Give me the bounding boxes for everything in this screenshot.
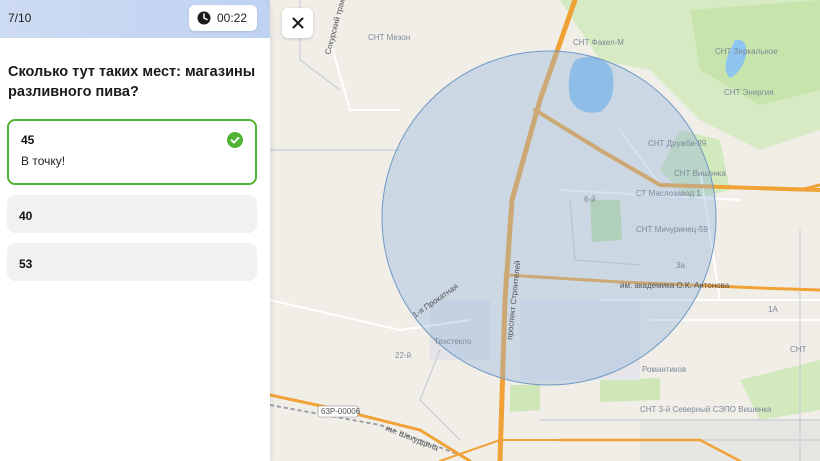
- map-label: СНТ Зеркальное: [715, 47, 778, 56]
- check-circle-icon: [227, 132, 243, 148]
- answer-feedback: В точку!: [21, 154, 66, 168]
- map-label: 3а: [676, 261, 685, 270]
- answer-option-correct[interactable]: 45 В точку!: [7, 119, 257, 185]
- close-button[interactable]: [282, 8, 313, 38]
- map-label: СНТ Вишенка: [674, 169, 726, 178]
- timer-value: 00:22: [217, 11, 248, 25]
- road-code-badge: 63Р-00006: [317, 405, 361, 418]
- map-label: СНТ 3-й Северный СЭПО Вишенка: [640, 405, 772, 414]
- map-label: 6-й: [584, 195, 596, 204]
- map-label: Романтиков: [642, 365, 686, 374]
- map-label: СНТ Дружба-89: [648, 139, 707, 148]
- close-icon: [292, 17, 303, 29]
- map-label: СНТ Энергия: [724, 88, 773, 97]
- answer-value: 45: [21, 133, 35, 147]
- question-progress: 7/10: [8, 11, 32, 25]
- map-label: СНТ Факел-М: [573, 38, 624, 47]
- search-radius-circle: [381, 50, 717, 386]
- answer-value: 53: [19, 257, 33, 271]
- map-label: 22-й: [395, 351, 411, 360]
- svg-text:63Р-00006: 63Р-00006: [321, 407, 361, 416]
- answer-option[interactable]: 40: [7, 195, 257, 233]
- green-area: [510, 385, 540, 412]
- map-label: СНТ Мезон: [368, 33, 410, 42]
- map-label: СНТ Мичуринец-59: [636, 225, 708, 234]
- timer: 00:22: [189, 5, 257, 31]
- map-label: СТ Маслозавод 1: [636, 189, 701, 198]
- clock-icon: [197, 11, 211, 25]
- question-text: Сколько тут таких мест: магазины разливн…: [8, 64, 256, 100]
- map-label: СНТ: [790, 345, 807, 354]
- street-label: им. академика О.К. Антонова: [620, 281, 730, 290]
- green-area: [600, 378, 660, 402]
- map-label: 1А: [768, 305, 778, 314]
- answer-value: 40: [19, 209, 33, 223]
- answer-option[interactable]: 53: [7, 243, 257, 281]
- panel-header: 7/10 00:22: [0, 0, 270, 38]
- quiz-panel: 7/10 00:22 Сколько тут таких мест: магаз…: [0, 0, 270, 461]
- map-label: Техстекло: [434, 337, 472, 346]
